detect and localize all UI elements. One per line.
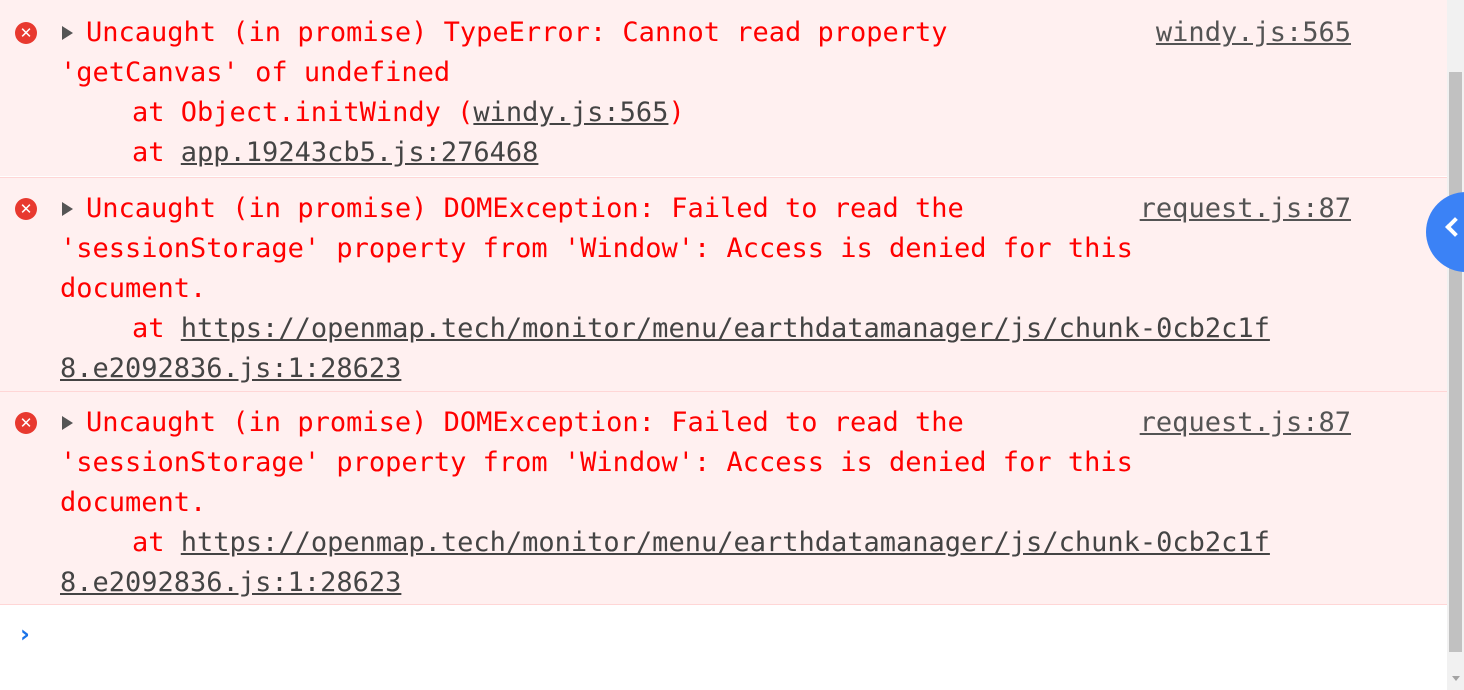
error-x-icon: ✕	[15, 198, 37, 220]
stack-link-continued[interactable]: 8.e2092836.js:1:28623	[60, 349, 401, 389]
stack-frame: at https://openmap.tech/monitor/menu/ear…	[132, 309, 1270, 349]
console-error-message: ✕ Uncaught (in promise) TypeError: Canno…	[0, 0, 1447, 176]
scroll-down-arrow-icon[interactable]	[1452, 676, 1460, 681]
console-input[interactable]	[48, 612, 1432, 654]
stack-prefix: at	[132, 527, 181, 558]
stack-frame: at app.19243cb5.js:276468	[132, 133, 538, 173]
stack-prefix: at	[132, 137, 181, 168]
stack-link[interactable]: windy.js:565	[473, 97, 668, 128]
error-header[interactable]: Uncaught (in promise) DOMException: Fail…	[86, 403, 964, 443]
stack-frame: at Object.initWindy (windy.js:565)	[132, 93, 685, 133]
source-link[interactable]: request.js:87	[1140, 189, 1351, 229]
error-text-line: 'sessionStorage' property from 'Window':…	[60, 447, 1133, 478]
error-x-icon: ✕	[15, 412, 37, 434]
expand-triangle-icon[interactable]	[62, 26, 73, 40]
error-header[interactable]: Uncaught (in promise) TypeError: Cannot …	[86, 13, 948, 53]
source-link[interactable]: request.js:87	[1140, 403, 1351, 443]
stack-link[interactable]: https://openmap.tech/monitor/menu/earthd…	[181, 527, 1270, 558]
error-text-line: document.	[60, 487, 207, 518]
error-header[interactable]: Uncaught (in promise) DOMException: Fail…	[86, 189, 964, 229]
vertical-scrollbar[interactable]	[1447, 0, 1464, 690]
error-x-icon: ✕	[15, 22, 37, 44]
stack-suffix: )	[668, 97, 685, 128]
stack-link[interactable]: https://openmap.tech/monitor/menu/earthd…	[181, 313, 1270, 344]
error-text-line: 'sessionStorage' property from 'Window':…	[60, 233, 1133, 264]
error-text-line: document.	[60, 273, 207, 304]
console-error-message: ✕ Uncaught (in promise) DOMException: Fa…	[0, 391, 1447, 605]
stack-link-continued[interactable]: 8.e2092836.js:1:28623	[60, 563, 401, 603]
stack-prefix: at	[132, 313, 181, 344]
stack-frame: at https://openmap.tech/monitor/menu/ear…	[132, 523, 1270, 563]
expand-triangle-icon[interactable]	[62, 416, 73, 430]
scrollbar-thumb[interactable]	[1449, 72, 1462, 652]
expand-triangle-icon[interactable]	[62, 202, 73, 216]
devtools-console: ✕ Uncaught (in promise) TypeError: Canno…	[0, 0, 1447, 690]
stack-link[interactable]: app.19243cb5.js:276468	[181, 137, 539, 168]
stack-prefix: at Object.initWindy (	[132, 97, 474, 128]
source-link[interactable]: windy.js:565	[1156, 13, 1351, 53]
console-error-message: ✕ Uncaught (in promise) DOMException: Fa…	[0, 177, 1447, 391]
error-text-line: 'getCanvas' of undefined	[60, 57, 451, 88]
chevron-right-icon: ›	[20, 620, 30, 648]
